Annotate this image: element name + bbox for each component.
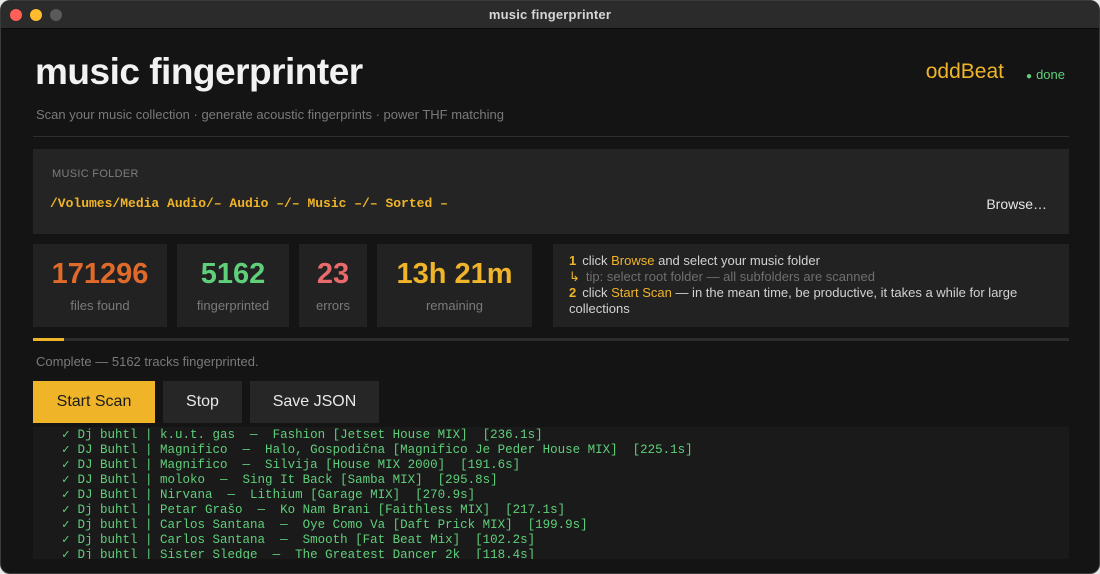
log-line-text: DJ Buhtl | moloko — Sing It Back [Samba … (77, 473, 498, 487)
log-line: ✓ Dj buhtl | Carlos Santana — Smooth [Fat… (62, 533, 693, 548)
music-folder-panel: MUSIC FOLDER /Volumes/Media Audio/– Audi… (33, 149, 1069, 234)
checkmark-icon: ✓ (62, 473, 70, 487)
log-line: ✓ Dj buhtl | k.u.t. gas — Fashion [Jetset… (62, 428, 693, 443)
window-controls (10, 9, 62, 21)
step-text: click (582, 253, 612, 268)
log-line: ✓ DJ Buhtl | moloko — Sing It Back [Samba… (62, 473, 693, 488)
step-text: click (582, 285, 612, 300)
step-number: 1 (569, 253, 577, 268)
checkmark-icon: ✓ (62, 548, 70, 559)
scan-status-text: Complete — 5162 tracks fingerprinted. (36, 354, 259, 369)
log-line: ✓ Dj buhtl | Carlos Santana — Oye Como Va… (62, 518, 693, 533)
checkmark-icon: ✓ (62, 518, 70, 532)
instruction-step-2: 2 click Start Scan — in the mean time, be… (569, 285, 1053, 317)
scan-log-lines: ✓ Dj buhtl | k.u.t. gas — Fashion [Jetset… (62, 428, 693, 559)
app-window: music fingerprinter music fingerprinter … (0, 0, 1100, 574)
instruction-step-1: 1 click Browse and select your music fold… (569, 253, 1053, 269)
header: music fingerprinter Scan your music coll… (33, 29, 1069, 137)
log-line-text: Dj buhtl | Petar Grašo — Ko Nam Brani [F… (77, 503, 566, 517)
browse-button[interactable]: Browse… (986, 196, 1047, 212)
checkmark-icon: ✓ (62, 443, 70, 457)
stat-value: 13h 21m (396, 258, 513, 290)
stop-button[interactable]: Stop (163, 381, 242, 423)
stat-label: fingerprinted (196, 298, 270, 313)
status-text: done (1036, 67, 1065, 82)
stat-label: remaining (425, 298, 484, 313)
tip-text: tip: select root folder — all subfolders… (585, 269, 875, 284)
music-folder-label: MUSIC FOLDER (52, 168, 139, 180)
return-arrow-icon: ↳ (569, 269, 580, 284)
zoom-window-button[interactable] (50, 9, 62, 21)
brand-logo: oddBeat (925, 60, 1004, 83)
instruction-tip: ↳ tip: select root folder — all subfolder… (569, 269, 1053, 285)
log-line-text: Dj buhtl | Carlos Santana — Smooth [Fat … (77, 533, 536, 547)
log-line-text: Dj buhtl | Carlos Santana — Oye Como Va … (77, 518, 588, 532)
log-line-text: Dj buhtl | Sister Sledge — The Greatest … (77, 548, 536, 559)
stat-value: 171296 (51, 258, 149, 290)
log-line-text: DJ Buhtl | Magnifico — Halo, Gospodična … (77, 443, 693, 457)
close-window-button[interactable] (10, 9, 22, 21)
stat-label: files found (70, 298, 130, 313)
status-dot-icon: ● (1026, 71, 1033, 82)
page-title: music fingerprinter (35, 51, 363, 92)
scan-progress-fill (33, 338, 65, 341)
minimize-window-button[interactable] (30, 9, 42, 21)
start-scan-button[interactable]: Start Scan (33, 381, 155, 423)
stat-value: 23 (316, 258, 350, 290)
log-line: ✓ DJ Buhtl | Nirvana — Lithium [Garage MI… (62, 488, 693, 503)
stat-errors: 23 errors (299, 244, 367, 327)
start-scan-highlight: Start Scan (611, 285, 672, 300)
instructions-panel: 1 click Browse and select your music fold… (553, 244, 1069, 327)
checkmark-icon: ✓ (62, 488, 70, 502)
checkmark-icon: ✓ (62, 503, 70, 517)
log-line-text: Dj buhtl | k.u.t. gas — Fashion [Jetset … (77, 428, 543, 442)
step-number: 2 (569, 285, 577, 300)
stat-value: 5162 (200, 258, 266, 290)
log-line: ✓ DJ Buhtl | Magnifico — Halo, Gospodična… (62, 443, 693, 458)
stat-label: errors (316, 298, 350, 313)
log-line-text: DJ Buhtl | Magnifico — Silvija [House MI… (77, 458, 521, 472)
log-line: ✓ DJ Buhtl | Magnifico — Silvija [House M… (62, 458, 693, 473)
log-line-text: DJ Buhtl | Nirvana — Lithium [Garage MIX… (77, 488, 476, 502)
stat-fingerprinted: 5162 fingerprinted (177, 244, 289, 327)
log-line: ✓ Dj buhtl | Sister Sledge — The Greatest… (62, 548, 693, 559)
status-badge: ● done (1026, 67, 1065, 82)
log-line: ✓ Dj buhtl | Petar Grašo — Ko Nam Brani [… (62, 503, 693, 518)
page-subtitle: Scan your music collection · generate ac… (36, 107, 504, 122)
window-title: music fingerprinter (488, 7, 612, 22)
music-folder-path: /Volumes/Media Audio/– Audio –/– Music –… (50, 196, 448, 211)
title-bar: music fingerprinter (1, 1, 1099, 29)
stat-files-found: 171296 files found (33, 244, 167, 327)
stat-remaining: 13h 21m remaining (377, 244, 532, 327)
browse-highlight: Browse (611, 253, 655, 268)
scan-progress-bar (33, 338, 1069, 341)
checkmark-icon: ✓ (62, 533, 70, 547)
main-content: music fingerprinter Scan your music coll… (33, 29, 1069, 559)
step-text: and select your music folder (654, 253, 820, 268)
checkmark-icon: ✓ (62, 458, 70, 472)
checkmark-icon: ✓ (62, 428, 70, 442)
save-json-button[interactable]: Save JSON (250, 381, 379, 423)
scan-log[interactable]: ✓ Dj buhtl | k.u.t. gas — Fashion [Jetset… (33, 427, 1069, 559)
